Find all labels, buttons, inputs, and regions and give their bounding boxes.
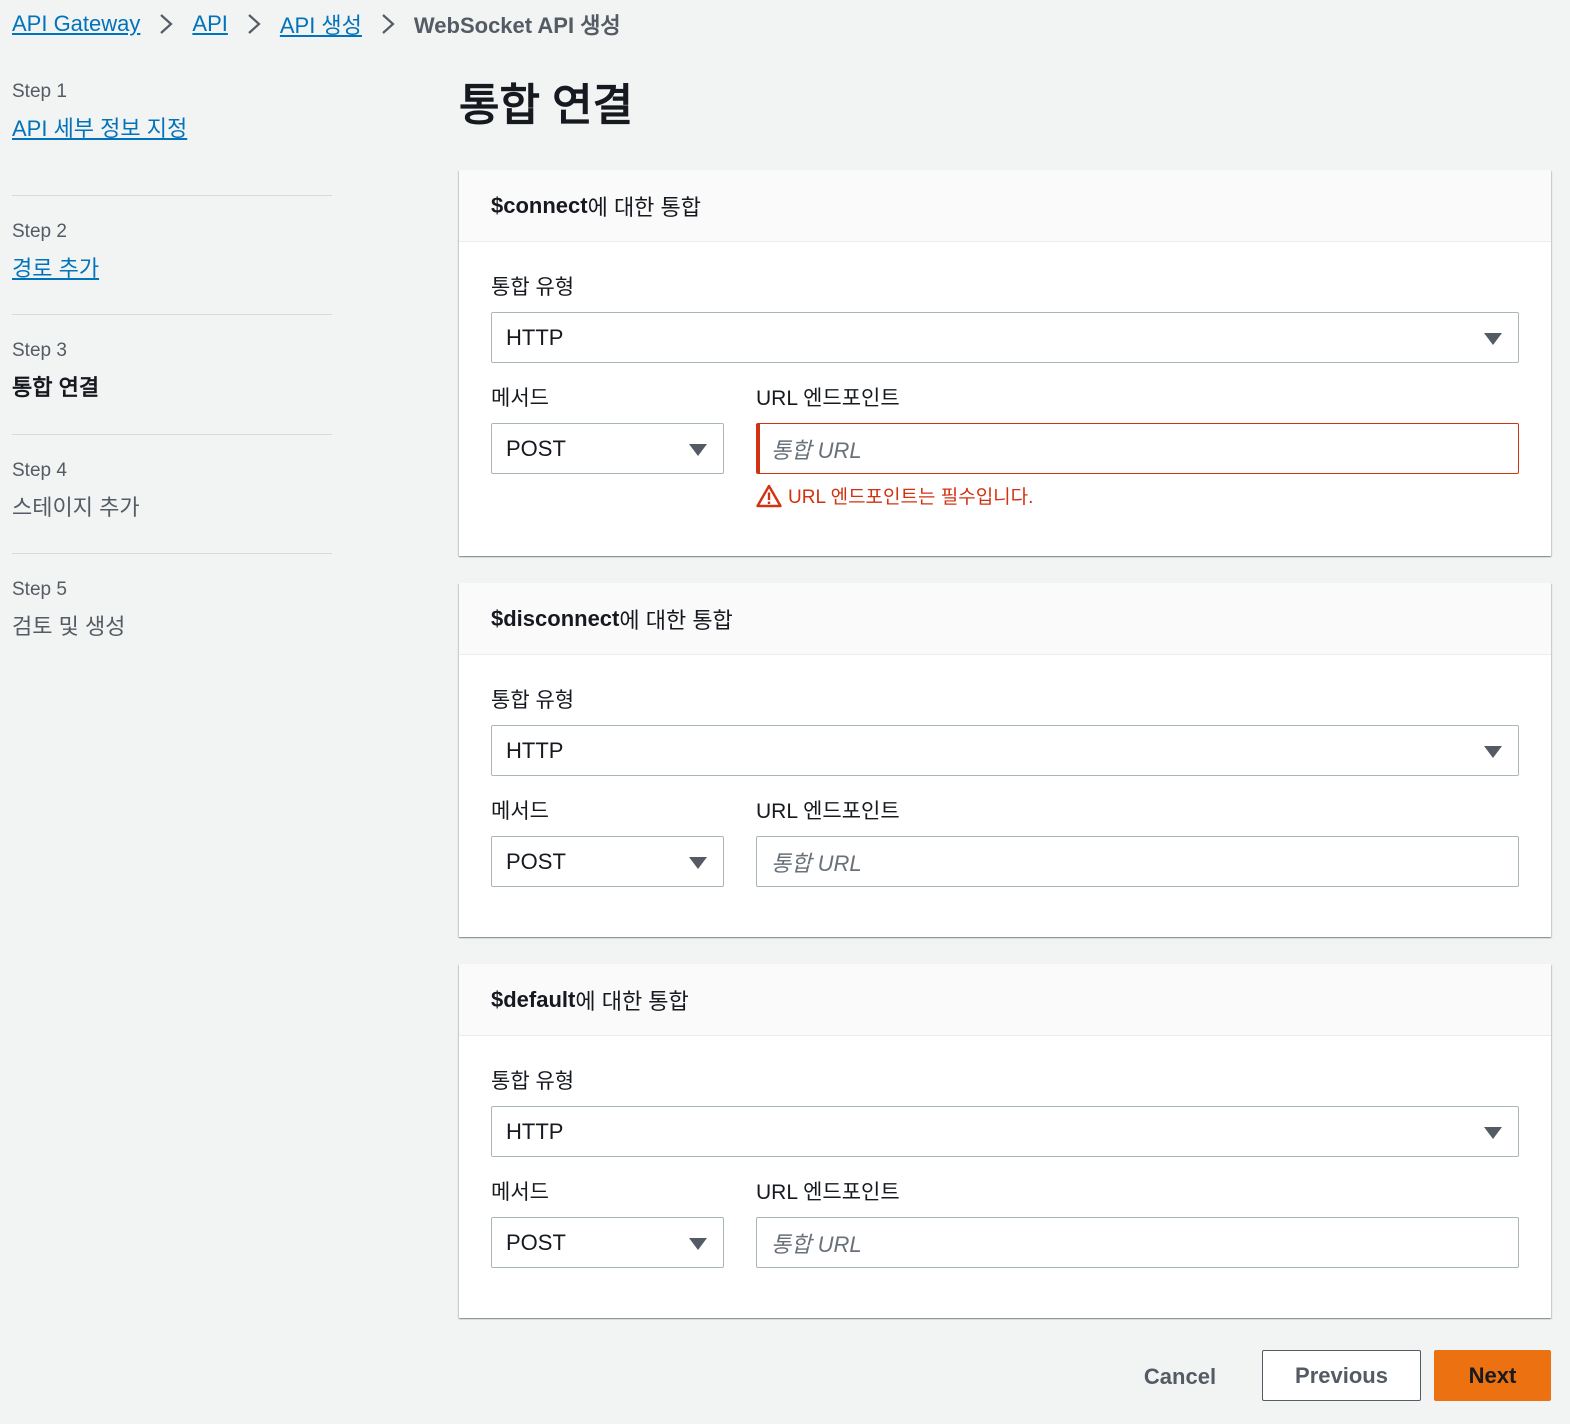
url-endpoint-error: URL 엔드포인트는 필수입니다. bbox=[756, 482, 1519, 509]
step-3: Step 3 통합 연결 bbox=[12, 315, 332, 435]
breadcrumb-current: WebSocket API 생성 bbox=[413, 13, 621, 38]
breadcrumb-api[interactable]: API bbox=[192, 11, 227, 37]
url-endpoint-placeholder: 통합 URL bbox=[771, 437, 862, 463]
step-number: Step 2 bbox=[12, 220, 67, 242]
step-number: Step 5 bbox=[12, 579, 67, 600]
method-value: POST bbox=[506, 435, 566, 461]
step-link-api-details[interactable]: API 세부 정보 지정 bbox=[12, 114, 332, 144]
method-select[interactable]: POST bbox=[491, 1217, 724, 1268]
cancel-button[interactable]: Cancel bbox=[1130, 1351, 1230, 1402]
integration-type-label: 통합 유형 bbox=[491, 1070, 575, 1093]
url-endpoint-label: URL 엔드포인트 bbox=[756, 800, 900, 823]
integration-type-select[interactable]: HTTP bbox=[491, 1106, 1519, 1157]
breadcrumb-api-gateway[interactable]: API Gateway bbox=[12, 11, 140, 37]
caret-down-icon bbox=[689, 1237, 707, 1250]
url-endpoint-label: URL 엔드포인트 bbox=[756, 387, 900, 410]
previous-button[interactable]: Previous bbox=[1262, 1350, 1421, 1401]
method-select[interactable]: POST bbox=[491, 423, 724, 474]
default-integration-panel: $default 에 대한 통합 통합 유형 HTTP 메서드 POST URL … bbox=[459, 964, 1551, 1318]
route-key: $default bbox=[491, 986, 576, 1012]
url-endpoint-placeholder: 통합 URL bbox=[771, 850, 862, 876]
url-endpoint-input[interactable]: 통합 URL bbox=[756, 1217, 1519, 1268]
integration-type-select[interactable]: HTTP bbox=[491, 312, 1519, 363]
next-button[interactable]: Next bbox=[1434, 1350, 1551, 1401]
panel-header-suffix: 에 대한 통합 bbox=[619, 607, 733, 633]
integration-type-label: 통합 유형 bbox=[491, 276, 575, 299]
wizard-steps: Step 1 API 세부 정보 지정 Step 2 경로 추가 Step 3 … bbox=[12, 76, 332, 674]
method-select[interactable]: POST bbox=[491, 836, 724, 887]
breadcrumb: API Gateway API API 생성 WebSocket API 생성 bbox=[12, 8, 621, 40]
url-endpoint-placeholder: 통합 URL bbox=[771, 1231, 862, 1257]
integration-type-value: HTTP bbox=[506, 324, 564, 350]
error-text: URL 엔드포인트는 필수입니다. bbox=[788, 487, 1034, 508]
panel-header: $connect 에 대한 통합 bbox=[459, 170, 1551, 242]
step-1: Step 1 API 세부 정보 지정 bbox=[12, 76, 332, 196]
chevron-right-icon bbox=[140, 13, 192, 35]
integration-type-select[interactable]: HTTP bbox=[491, 725, 1519, 776]
step-4: Step 4 스테이지 추가 bbox=[12, 435, 332, 554]
method-value: POST bbox=[506, 848, 566, 874]
step-number: Step 4 bbox=[12, 459, 67, 481]
caret-down-icon bbox=[1484, 745, 1502, 758]
route-key: $disconnect bbox=[491, 605, 620, 631]
panel-header-suffix: 에 대한 통합 bbox=[575, 988, 689, 1014]
method-label: 메서드 bbox=[491, 1181, 549, 1204]
url-endpoint-input[interactable]: 통합 URL bbox=[756, 423, 1519, 474]
chevron-right-icon bbox=[228, 13, 280, 35]
route-key: $connect bbox=[491, 192, 588, 218]
step-current-integrations: 통합 연결 bbox=[12, 375, 100, 400]
step-link-add-routes[interactable]: 경로 추가 bbox=[12, 254, 332, 284]
page-title: 통합 연결 bbox=[459, 81, 634, 130]
caret-down-icon bbox=[1484, 332, 1502, 345]
step-review-create: 검토 및 생성 bbox=[12, 614, 126, 639]
connect-integration-panel: $connect 에 대한 통합 통합 유형 HTTP 메서드 POST URL … bbox=[459, 170, 1551, 556]
integration-type-label: 통합 유형 bbox=[491, 689, 575, 712]
method-label: 메서드 bbox=[491, 387, 549, 410]
step-5: Step 5 검토 및 생성 bbox=[12, 554, 332, 674]
step-number: Step 1 bbox=[12, 81, 67, 102]
method-value: POST bbox=[506, 1229, 566, 1255]
step-add-stages: 스테이지 추가 bbox=[12, 494, 140, 520]
method-label: 메서드 bbox=[491, 800, 549, 823]
integration-type-value: HTTP bbox=[506, 737, 564, 763]
panel-header: $disconnect 에 대한 통합 bbox=[459, 583, 1551, 655]
breadcrumb-create-api[interactable]: API 생성 bbox=[280, 8, 362, 40]
caret-down-icon bbox=[689, 443, 707, 456]
caret-down-icon bbox=[689, 856, 707, 869]
panel-header-suffix: 에 대한 통합 bbox=[587, 194, 702, 220]
caret-down-icon bbox=[1484, 1126, 1502, 1139]
chevron-right-icon bbox=[362, 13, 414, 35]
url-endpoint-label: URL 엔드포인트 bbox=[756, 1181, 900, 1204]
step-2: Step 2 경로 추가 bbox=[12, 196, 332, 315]
panel-header: $default 에 대한 통합 bbox=[459, 964, 1551, 1036]
disconnect-integration-panel: $disconnect 에 대한 통합 통합 유형 HTTP 메서드 POST U… bbox=[459, 583, 1551, 937]
warning-icon bbox=[756, 484, 782, 507]
integration-type-value: HTTP bbox=[506, 1118, 564, 1144]
url-endpoint-input[interactable]: 통합 URL bbox=[756, 836, 1519, 887]
step-number: Step 3 bbox=[12, 340, 67, 361]
